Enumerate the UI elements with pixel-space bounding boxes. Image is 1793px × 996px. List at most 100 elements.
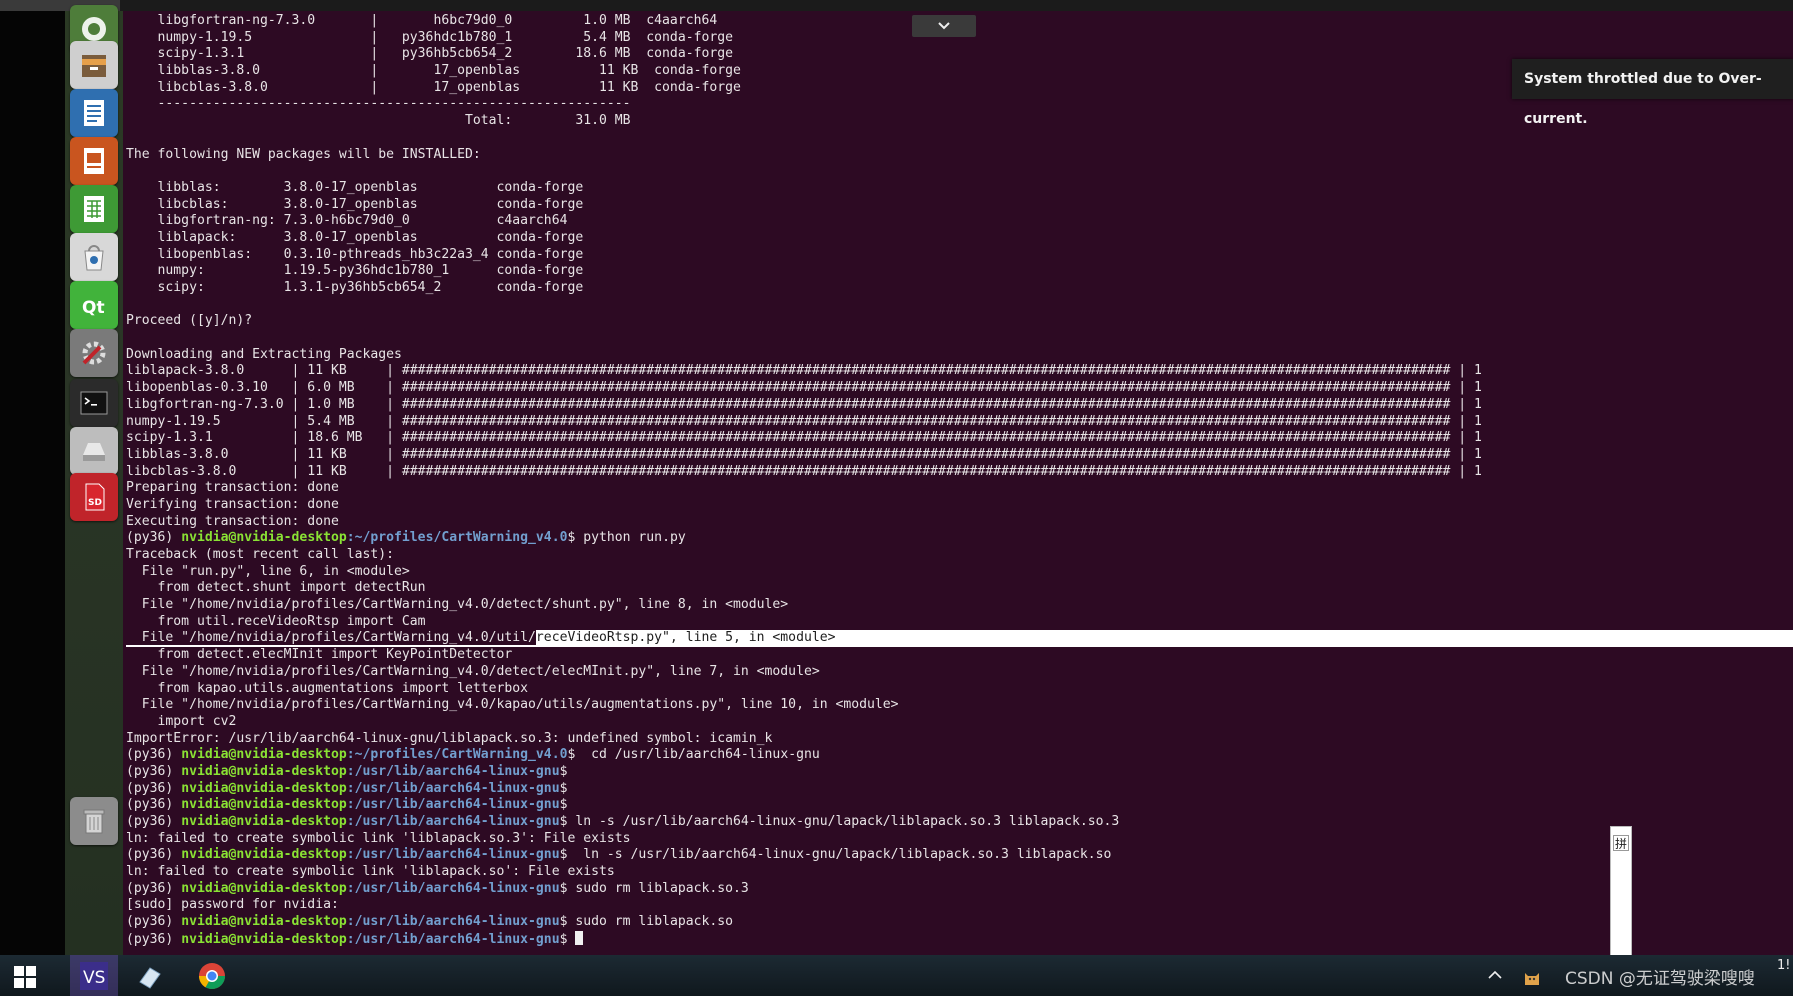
- prompt-path: :/usr/lib/aarch64-linux-gnu: [346, 847, 560, 863]
- output-line: File "/home/nvidia/profiles/CartWarning_…: [126, 663, 820, 679]
- prompt-path: :/usr/lib/aarch64-linux-gnu: [346, 914, 560, 930]
- show-hidden-icons-button[interactable]: [1485, 965, 1505, 985]
- windows-start-icon: [14, 965, 36, 988]
- taskbar-chrome-button[interactable]: [190, 955, 234, 996]
- prompt-line: (py36) nvidia@nvidia-desktop:/usr/lib/aa…: [126, 881, 1793, 898]
- taskbar-eraser-app-button[interactable]: [128, 955, 172, 996]
- qt-creator-icon: Qt: [82, 298, 105, 318]
- output-line: [sudo] password for nvidia:: [126, 897, 339, 913]
- launcher-qt-creator-button[interactable]: Qt: [70, 281, 118, 329]
- prompt-env: (py36): [126, 797, 182, 813]
- prompt-path: :/usr/lib/aarch64-linux-gnu: [346, 931, 560, 947]
- launcher-text-document-button[interactable]: [70, 89, 118, 137]
- output-line: Verifying transaction: done: [126, 496, 339, 512]
- output-line: scipy-1.3.1 | 18.6 MB | ################…: [126, 430, 1482, 446]
- prompt-env: (py36): [126, 530, 182, 546]
- prompt-user: nvidia@nvidia-desktop: [181, 797, 347, 813]
- prompt-path: :/usr/lib/aarch64-linux-gnu: [346, 763, 560, 779]
- launcher-terminal-button[interactable]: [70, 379, 118, 427]
- prompt-path: :/usr/lib/aarch64-linux-gnu: [346, 880, 560, 896]
- prompt-command: $: [559, 763, 568, 779]
- output-line: ImportError: /usr/lib/aarch64-linux-gnu/…: [126, 730, 773, 746]
- launcher-software-center-button[interactable]: [70, 233, 118, 281]
- prompt-path: :~/profiles/CartWarning_v4.0: [346, 747, 568, 763]
- launcher-disk-drive-button[interactable]: [70, 427, 118, 475]
- output-line: File "run.py", line 6, in <module>: [126, 563, 410, 579]
- chevron-up-icon: [1488, 970, 1502, 979]
- output-line: libblas: 3.8.0-17_openblas conda-forge: [126, 179, 584, 195]
- output-line: libopenblas-0.3.10 | 6.0 MB | ##########…: [126, 380, 1482, 396]
- prompt-command: $ cd /usr/lib/aarch64-linux-gnu: [567, 747, 820, 763]
- prompt-user: nvidia@nvidia-desktop: [181, 880, 347, 896]
- terminal-output: libgfortran-ng-7.3.0 | h6bc79d0_0 1.0 MB…: [126, 13, 1793, 948]
- prompt-env: (py36): [126, 847, 182, 863]
- launcher-presentation-button[interactable]: [70, 137, 118, 185]
- svg-text:Qt: Qt: [82, 298, 105, 318]
- output-line: liblapack: 3.8.0-17_openblas conda-forge: [126, 229, 584, 245]
- disk-drive-icon: [83, 443, 105, 461]
- output-line: from detect.elecMInit import KeyPointDet…: [126, 647, 513, 663]
- terminal-window[interactable]: libgfortran-ng-7.3.0 | h6bc79d0_0 1.0 MB…: [123, 11, 1793, 955]
- prompt-command: $ sudo rm liblapack.so.3: [559, 880, 749, 896]
- output-line: Traceback (most recent call last):: [126, 547, 395, 562]
- ubuntu-launcher: Qt SD: [65, 5, 124, 955]
- terminal-cursor[interactable]: [575, 930, 584, 945]
- tray-app-icon[interactable]: [1521, 965, 1543, 987]
- prompt-line: (py36) nvidia@nvidia-desktop:~/profiles/…: [126, 530, 1793, 547]
- output-line: from detect.shunt import detectRun: [126, 580, 426, 596]
- prompt-env: (py36): [126, 780, 182, 796]
- eraser-app-icon: [139, 966, 161, 989]
- prompt-user: nvidia@nvidia-desktop: [181, 914, 347, 930]
- prompt-user: nvidia@nvidia-desktop: [181, 530, 347, 546]
- launcher-spreadsheet-button[interactable]: [70, 185, 118, 233]
- launcher-file-manager-button[interactable]: [70, 41, 118, 89]
- output-line: Executing transaction: done: [126, 513, 339, 529]
- prompt-command: $ ln -s /usr/lib/aarch64-linux-gnu/lapac…: [559, 814, 1120, 829]
- spreadsheet-icon: [84, 196, 104, 222]
- output-line: numpy: 1.19.5-py36hdc1b780_1 conda-forge: [126, 263, 584, 279]
- output-line: ln: failed to create symbolic link 'libl…: [126, 864, 615, 880]
- terminal-icon: [80, 391, 108, 415]
- prompt-path: :/usr/lib/aarch64-linux-gnu: [346, 814, 560, 829]
- prompt-command: $: [559, 780, 568, 796]
- prompt-env: (py36): [126, 914, 182, 930]
- chrome-icon: [198, 962, 226, 989]
- windows-taskbar: VS: [0, 955, 1793, 996]
- ime-toolbar[interactable]: 拼: [1610, 826, 1632, 966]
- prompt-line: (py36) nvidia@nvidia-desktop:/usr/lib/aa…: [126, 930, 1793, 948]
- output-line: liblapack-3.8.0 | 11 KB | ##############…: [126, 363, 1482, 379]
- throttle-notification: System throttled due to Over-current.: [1512, 59, 1793, 127]
- output-line: libcblas: 3.8.0-17_openblas conda-forge: [126, 196, 584, 212]
- software-center-icon: [84, 245, 104, 271]
- prompt-line: (py36) nvidia@nvidia-desktop:/usr/lib/aa…: [126, 847, 1793, 864]
- taskbar-visual-studio-code-button[interactable]: VS: [70, 955, 118, 996]
- prompt-command: $ python run.py: [567, 530, 686, 546]
- svg-text:SD: SD: [88, 498, 102, 508]
- prompt-line: (py36) nvidia@nvidia-desktop:~/profiles/…: [126, 747, 1793, 764]
- launcher-trash-button[interactable]: [70, 797, 118, 845]
- collapse-toolbar-button[interactable]: [912, 15, 976, 37]
- output-line: File "/home/nvidia/profiles/CartWarning_…: [126, 697, 899, 713]
- top-window-strip: [0, 0, 1793, 11]
- file-manager-icon: [82, 55, 106, 77]
- prompt-user: nvidia@nvidia-desktop: [181, 814, 347, 829]
- launcher-sd-card-button[interactable]: SD: [70, 473, 118, 521]
- prompt-user: nvidia@nvidia-desktop: [181, 931, 347, 947]
- prompt-line: (py36) nvidia@nvidia-desktop:/usr/lib/aa…: [126, 781, 1793, 798]
- text-document-icon: [84, 100, 104, 126]
- launcher-system-settings-button[interactable]: [70, 329, 118, 377]
- prompt-env: (py36): [126, 763, 182, 779]
- selected-text[interactable]: receVideoRtsp.py", line 5, in <module>: [536, 630, 836, 645]
- output-line: libcblas-3.8.0 | 11 KB | ###############…: [126, 463, 1482, 479]
- output-line: libgfortran-ng: 7.3.0-h6bc79d0_0 c4aarch…: [126, 213, 568, 229]
- prompt-path: :/usr/lib/aarch64-linux-gnu: [346, 780, 560, 796]
- selected-output-line: File "/home/nvidia/profiles/CartWarning_…: [126, 630, 1793, 648]
- presentation-icon: [84, 148, 104, 174]
- trash-icon: [83, 809, 105, 834]
- prompt-env: (py36): [126, 747, 182, 763]
- taskbar-windows-start-button[interactable]: [6, 955, 46, 996]
- output-line: ln: failed to create symbolic link 'libl…: [126, 830, 631, 846]
- prompt-env: (py36): [126, 931, 182, 947]
- csdn-watermark: CSDN @无证驾驶梁嗖嗖: [1565, 969, 1755, 989]
